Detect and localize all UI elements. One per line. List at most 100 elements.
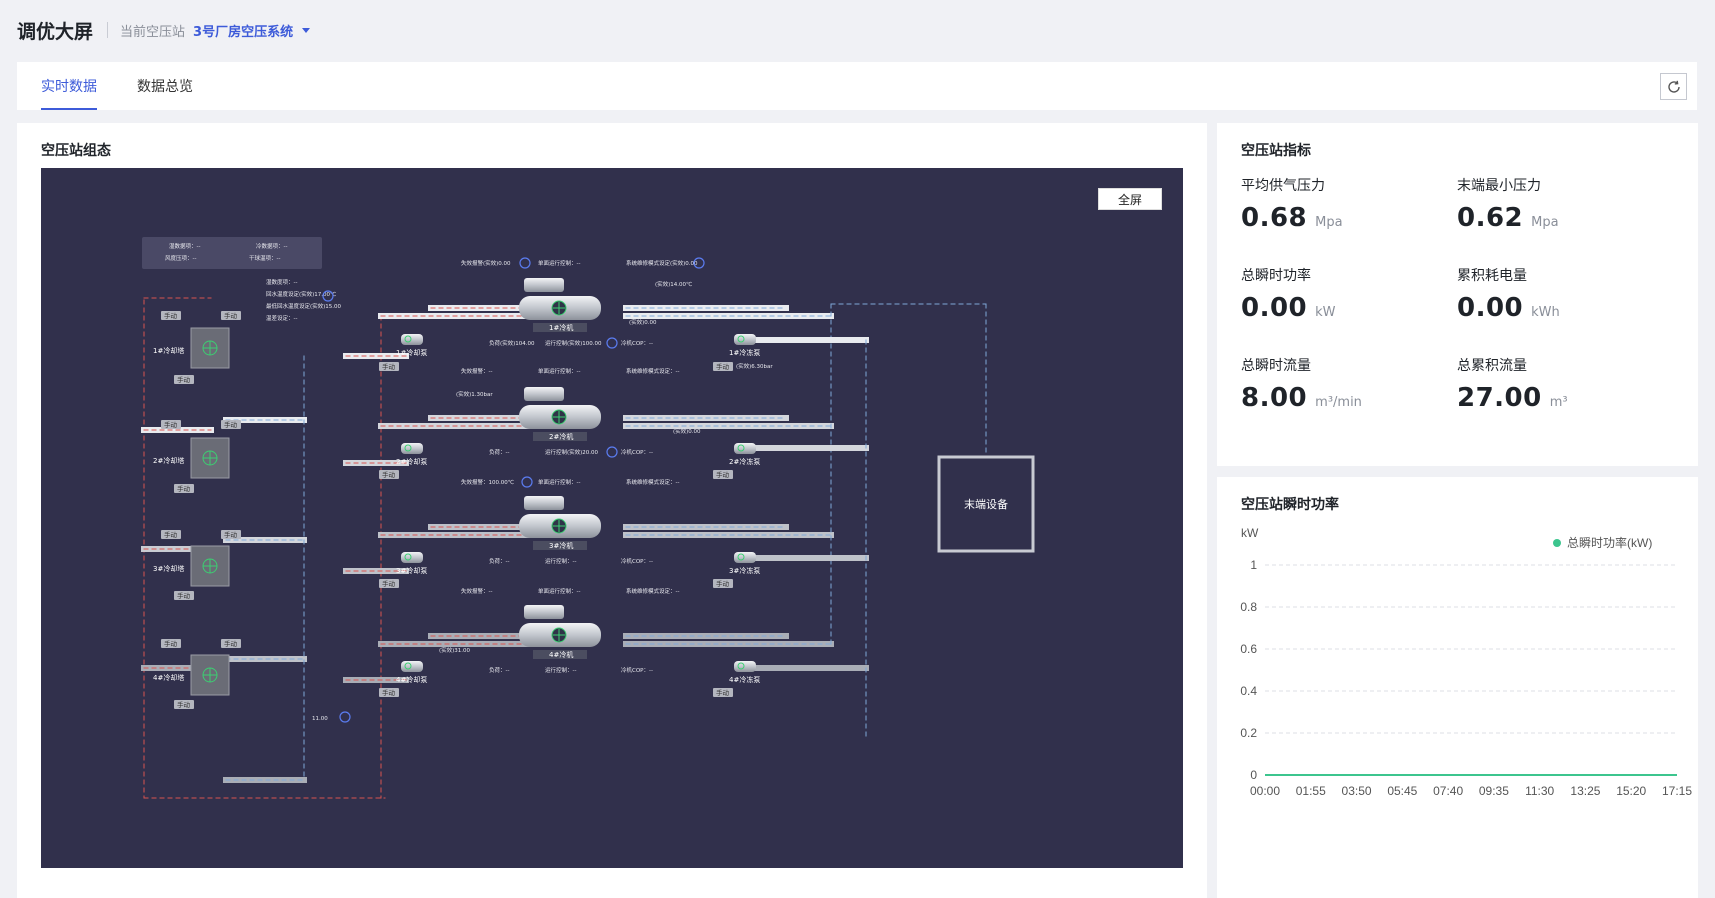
chiller-3[interactable]: 3#冷机 — [519, 496, 601, 550]
metric-total-flow: 总瞬时流量 8.00 m³/min — [1241, 355, 1362, 413]
legend-box: 湿数据项：-- 风度压项：-- 冷数据项：-- 干球温项：-- — [142, 237, 322, 269]
end-device-label: 末端设备 — [964, 497, 1008, 511]
x-tick-label: 07:40 — [1433, 784, 1463, 798]
manual-tag[interactable]: 手动 — [713, 362, 733, 371]
cooling-tower-label: 3#冷却塔 — [153, 564, 184, 573]
manual-tag[interactable]: 手动 — [161, 311, 181, 320]
cooling-tower-4[interactable]: 4#冷却塔 — [153, 654, 230, 696]
manual-tag[interactable]: 手动 — [379, 362, 399, 371]
chilled-pump-2[interactable]: 2#冷冻泵 — [729, 443, 760, 466]
y-tick-labels: 0 0.2 0.4 0.6 0.8 1 — [1240, 558, 1257, 782]
cooling-pump-3[interactable]: 3#冷却泵 — [396, 552, 427, 575]
param-text: 冷机COP：-- — [621, 557, 653, 565]
param-text: 负荷：-- — [489, 557, 509, 565]
metric-value: 0.00 — [1457, 293, 1524, 323]
manual-tag[interactable]: 手动 — [379, 688, 399, 697]
param-text: 单面运行控制：-- — [538, 367, 580, 375]
pump-label: 3#冷冻泵 — [729, 566, 760, 575]
gear-icon[interactable] — [521, 476, 533, 488]
pump-label: 1#冷冻泵 — [729, 348, 760, 357]
gear-icon[interactable] — [519, 257, 531, 269]
manual-tag[interactable]: 手动 — [221, 420, 241, 429]
manual-tag[interactable]: 手动 — [713, 688, 733, 697]
chevron-down-icon — [302, 27, 311, 33]
manual-tag[interactable]: 手动 — [161, 420, 181, 429]
svg-text:手动: 手动 — [382, 470, 396, 479]
power-line-chart: kW 0 0.2 0.4 0.6 0.8 1 00:00 01:55 03:50 05:45 07… — [1240, 526, 1692, 798]
manual-tag[interactable]: 手动 — [221, 639, 241, 648]
x-tick-label: 09:35 — [1479, 784, 1509, 798]
gear-icon[interactable] — [606, 446, 618, 458]
manual-tag[interactable]: 手动 — [161, 530, 181, 539]
chiller-params: 失效报警(实效)0.00 单面运行控制：-- 系统维修模式设定(实效)0.00 … — [461, 259, 698, 674]
chiller-label: 4#冷机 — [549, 650, 573, 659]
manual-tag[interactable]: 手动 — [713, 470, 733, 479]
manual-tag[interactable]: 手动 — [221, 530, 241, 539]
chilled-pump-group: 1#冷冻泵 2#冷冻泵 3#冷冻泵 4#冷冻泵 — [729, 334, 760, 684]
tab-overview[interactable]: 数据总览 — [137, 76, 193, 110]
svg-text:手动: 手动 — [224, 311, 238, 320]
cooling-pump-2[interactable]: 2#冷却泵 — [396, 443, 427, 466]
metric-label: 总瞬时流量 — [1241, 358, 1311, 374]
chilled-pump-3[interactable]: 3#冷冻泵 — [729, 552, 760, 575]
cooling-pump-4[interactable]: 4#冷却泵 — [396, 661, 427, 684]
metric-unit: kW — [1315, 305, 1336, 320]
chiller-2[interactable]: 2#冷机 — [519, 387, 601, 441]
x-tick-label: 17:15 — [1662, 784, 1692, 798]
pump-label: 4#冷却泵 — [396, 675, 427, 684]
param-text: 单面运行控制：-- — [538, 587, 580, 595]
tab-realtime[interactable]: 实时数据 — [41, 76, 97, 110]
manual-tag[interactable]: 手动 — [379, 470, 399, 479]
gear-icon[interactable] — [606, 337, 618, 349]
page-title: 调优大屏 — [17, 20, 94, 43]
chilled-pump-1[interactable]: 1#冷冻泵 — [729, 334, 760, 357]
cooling-tower-label: 4#冷却塔 — [153, 673, 184, 682]
manual-tag[interactable]: 手动 — [174, 700, 194, 709]
metric-unit: Mpa — [1531, 215, 1559, 230]
svg-text:手动: 手动 — [164, 639, 178, 648]
param-text: 负荷：-- — [489, 666, 509, 674]
param-text: (实效)31.00 — [439, 646, 471, 654]
param-text: 温差设定：-- — [266, 314, 297, 322]
cooling-pump-1[interactable]: 1#冷却泵 — [396, 334, 427, 357]
svg-text:手动: 手动 — [716, 688, 730, 697]
manual-tag[interactable]: 手动 — [379, 579, 399, 588]
cooling-tower-1[interactable]: 1#冷却塔 — [153, 327, 230, 369]
param-text: 负荷(实效)104.00 — [489, 339, 535, 347]
end-device[interactable]: 末端设备 — [937, 455, 1035, 553]
svg-text:手动: 手动 — [177, 375, 191, 384]
chiller-4[interactable]: 4#冷机 — [519, 605, 601, 659]
manual-tag[interactable]: 手动 — [174, 375, 194, 384]
chart-legend[interactable]: 总瞬时功率(kW) — [1553, 535, 1652, 550]
refresh-button[interactable] — [1660, 73, 1687, 100]
station-select[interactable]: 3号厂房空压系统 — [193, 21, 311, 40]
param-text: 系统维修模式设定：-- — [626, 478, 679, 486]
cooling-pump-group: 1#冷却泵 2#冷却泵 3#冷却泵 4#冷却泵 — [396, 334, 427, 684]
manual-tag[interactable]: 手动 — [174, 591, 194, 600]
param-text: 失效报警：100.00℃ — [461, 478, 514, 486]
diagram-canvas: 全屏 湿数据项：-- 风度压项：-- 冷数据项：-- 干球温项：-- 末端设备 … — [41, 168, 1183, 868]
svg-text:手动: 手动 — [164, 311, 178, 320]
metric-unit: kWh — [1531, 305, 1560, 320]
metric-unit: Mpa — [1315, 215, 1343, 230]
manual-tag[interactable]: 手动 — [221, 311, 241, 320]
y-axis-label: kW — [1241, 526, 1259, 540]
chart-panel-title: 空压站瞬时功率 — [1241, 497, 1339, 513]
chilled-pump-4[interactable]: 4#冷冻泵 — [729, 661, 760, 684]
svg-text:手动: 手动 — [224, 420, 238, 429]
chiller-1[interactable]: 1#冷机 — [519, 278, 601, 332]
param-text: (实效)14.00℃ — [655, 280, 692, 288]
svg-text:手动: 手动 — [164, 420, 178, 429]
svg-text:手动: 手动 — [164, 530, 178, 539]
manual-tag[interactable]: 手动 — [713, 579, 733, 588]
param-text: 运行控制(实效)20.00 — [545, 448, 599, 456]
y-tick-label: 1 — [1250, 558, 1257, 572]
manual-tag[interactable]: 手动 — [174, 484, 194, 493]
param-text: (实效)6.30bar — [736, 362, 773, 370]
cooling-tower-2[interactable]: 2#冷却塔 — [153, 437, 230, 479]
param-text: 系统维修模式设定：-- — [626, 587, 679, 595]
param-text: 运行控制：-- — [545, 666, 576, 674]
manual-tag[interactable]: 手动 — [161, 639, 181, 648]
param-text: 单面运行控制：-- — [538, 478, 580, 486]
svg-text:手动: 手动 — [177, 591, 191, 600]
